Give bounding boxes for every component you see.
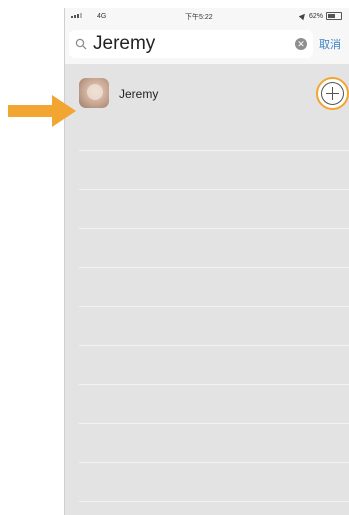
list-divider — [79, 345, 349, 346]
battery-fill — [328, 14, 336, 18]
cancel-button[interactable]: 取消 — [319, 36, 341, 52]
list-divider — [79, 267, 349, 268]
add-contact-button[interactable] — [316, 77, 349, 110]
list-divider — [79, 462, 349, 463]
avatar — [79, 78, 109, 108]
add-contact-icon — [321, 82, 344, 105]
list-divider — [79, 150, 349, 151]
list-divider — [79, 384, 349, 385]
list-divider — [79, 189, 349, 190]
status-bar: 4G 下午5:22 62% — [65, 8, 349, 26]
status-time: 下午5:22 — [185, 14, 213, 21]
search-result-row[interactable]: Jeremy — [65, 64, 349, 130]
list-divider — [79, 228, 349, 229]
list-divider — [79, 501, 349, 502]
search-box[interactable]: ✕ — [69, 30, 313, 58]
list-divider — [79, 423, 349, 424]
battery-percent: 62% — [308, 12, 323, 20]
battery-group: 62% — [298, 11, 342, 21]
battery-icon — [326, 12, 342, 20]
phone-screen: 4G 下午5:22 62% ✕ 取消 Jeremy — [64, 8, 349, 515]
contact-name: Jeremy — [119, 87, 159, 101]
search-bar: ✕ 取消 — [65, 26, 349, 64]
search-input[interactable] — [93, 33, 279, 55]
search-icon — [75, 38, 87, 50]
clear-icon[interactable]: ✕ — [295, 38, 307, 50]
arrow-right-icon — [8, 95, 76, 127]
location-arrow-icon — [298, 11, 308, 21]
signal-icon — [71, 13, 82, 18]
network-type: 4G — [97, 13, 107, 20]
list-divider — [79, 306, 349, 307]
